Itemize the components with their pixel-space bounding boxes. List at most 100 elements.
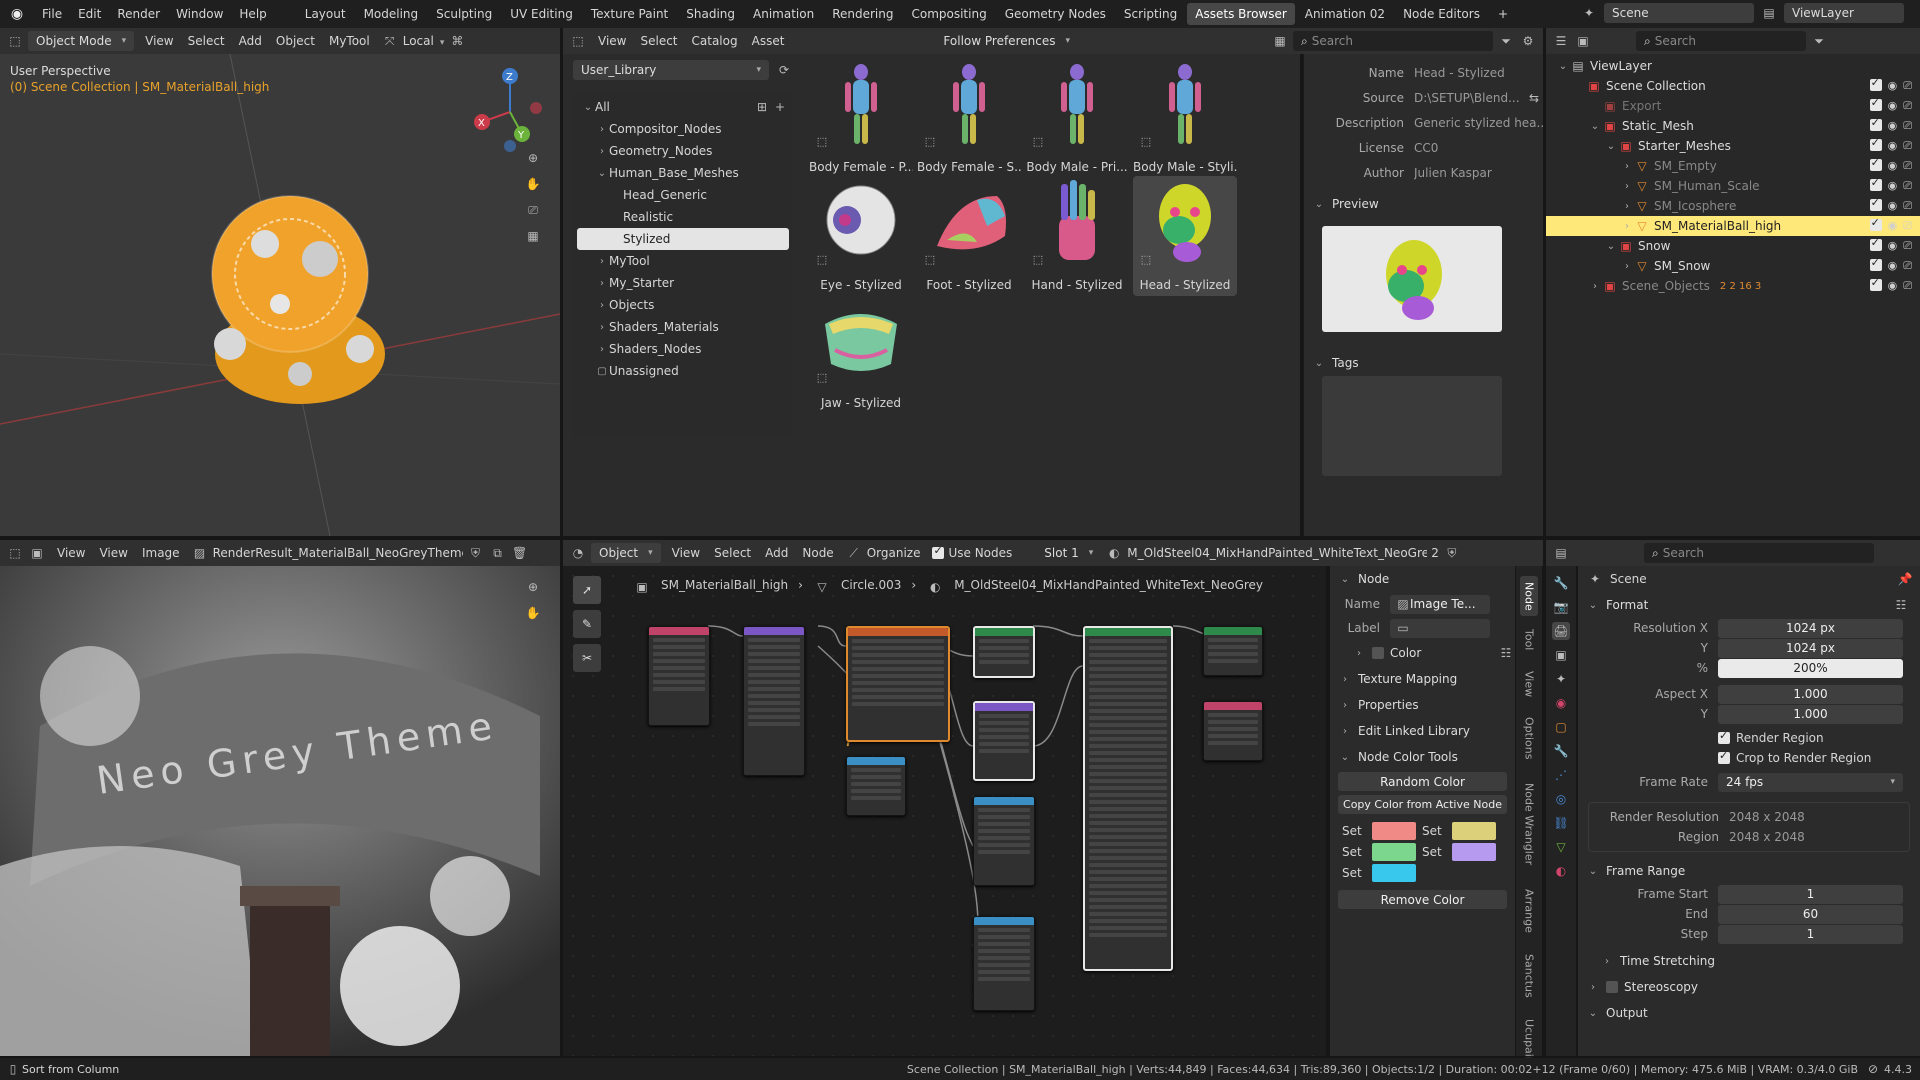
- render-camera-icon[interactable]: ⎚: [1903, 279, 1912, 293]
- field-value[interactable]: CC0: [1414, 141, 1543, 155]
- tab-scripting[interactable]: Scripting: [1116, 3, 1185, 25]
- object-mode-dropdown[interactable]: Object Mode: [28, 31, 135, 51]
- sidebar-tab-view[interactable]: View: [1520, 664, 1538, 704]
- tab-shading[interactable]: Shading: [678, 3, 743, 25]
- tab-uv-editing[interactable]: UV Editing: [502, 3, 581, 25]
- sidebar-tab-options[interactable]: Options: [1520, 708, 1538, 769]
- output-section-header[interactable]: ⌄ Output: [1578, 1000, 1920, 1026]
- stereoscopy-section-header[interactable]: › Stereoscopy: [1578, 974, 1920, 1000]
- color-swatch-5[interactable]: [1372, 864, 1416, 882]
- tab-texture-paint[interactable]: Texture Paint: [583, 3, 676, 25]
- outliner-sm-snow[interactable]: ›▽SM_Snow◉⎚: [1546, 256, 1920, 276]
- eye-icon[interactable]: ◉: [1888, 179, 1898, 193]
- frame-start-field[interactable]: 1: [1718, 884, 1903, 904]
- expand-arrow-icon[interactable]: ›: [1620, 161, 1634, 172]
- frame-range-section-header[interactable]: ⌄ Frame Range: [1578, 858, 1920, 884]
- render-result-image[interactable]: Neo Grey Theme ⊕ ✋: [0, 566, 560, 1056]
- include-checkbox[interactable]: [1869, 96, 1882, 111]
- outliner-scene-collection[interactable]: ▣Scene Collection◉⎚: [1546, 76, 1920, 96]
- format-section-header[interactable]: ⌄ Format ☷: [1578, 592, 1920, 618]
- bump-control-node[interactable]: [973, 796, 1035, 886]
- outliner-static-mesh[interactable]: ⌄▣Static_Mesh◉⎚: [1546, 116, 1920, 136]
- time-stretching-subsection[interactable]: › Time Stretching: [1578, 948, 1920, 974]
- outliner-viewlayer[interactable]: ⌄ ▤ ViewLayer: [1546, 56, 1920, 76]
- expand-arrow-icon[interactable]: ›: [1620, 201, 1634, 212]
- asset-head-stylized[interactable]: ⬚ Head - Stylized: [1133, 176, 1237, 296]
- outliner-sm-empty[interactable]: ›▽SM_Empty◉⎚: [1546, 156, 1920, 176]
- tool-tab-icon[interactable]: 🔧: [1552, 574, 1570, 592]
- node-menu-node-3[interactable]: Node: [795, 546, 840, 560]
- constraints-tab-icon[interactable]: ⛓: [1552, 814, 1570, 832]
- catalog-shaders-nodes[interactable]: › Shaders_Nodes: [577, 338, 789, 360]
- separate-color-node[interactable]: [846, 756, 906, 816]
- outliner-search-input[interactable]: ⌕ Search: [1636, 31, 1806, 51]
- display-mode-icon[interactable]: ▦: [1271, 32, 1289, 50]
- resolution-x-field[interactable]: 1024 px: [1718, 618, 1903, 638]
- tab-compositing[interactable]: Compositing: [903, 3, 994, 25]
- particles-tab-icon[interactable]: ⋰: [1552, 766, 1570, 784]
- material-output-node[interactable]: [1203, 701, 1263, 761]
- menu-render[interactable]: Render: [109, 0, 168, 28]
- sidebar-tab-arrange[interactable]: Arrange: [1520, 880, 1538, 941]
- node-name-field[interactable]: ▨ Image Te...: [1390, 594, 1490, 614]
- expand-arrow-icon[interactable]: ⌄: [1588, 121, 1602, 132]
- outliner-export[interactable]: ▣Export◉⎚: [1546, 96, 1920, 116]
- mix-shader-node[interactable]: [1203, 626, 1263, 676]
- ortho-grid-icon[interactable]: ▦: [524, 227, 542, 245]
- section-texture-mapping[interactable]: › Texture Mapping: [1330, 666, 1515, 692]
- tags-section-header[interactable]: ⌄ Tags: [1304, 350, 1359, 376]
- material-ball-object[interactable]: [170, 184, 430, 424]
- catalog-unassigned[interactable]: ▢ Unassigned: [577, 360, 789, 382]
- viewport-menu-object-3[interactable]: Object: [269, 34, 322, 48]
- sidebar-tab-node[interactable]: Node: [1520, 576, 1538, 616]
- catalog-mytool[interactable]: › MyTool: [577, 250, 789, 272]
- menu-file[interactable]: File: [34, 0, 70, 28]
- mapping-node[interactable]: [743, 626, 805, 776]
- navigation-gizmo[interactable]: Z X Y: [470, 64, 550, 154]
- node-menu-select-1[interactable]: Select: [707, 546, 758, 560]
- outliner-sm-materialball-high[interactable]: ›▽SM_MaterialBall_high◉⎚: [1546, 216, 1920, 236]
- view-mode-icon[interactable]: ▣: [28, 544, 46, 562]
- new-catalog-icon[interactable]: ⊞: [753, 98, 771, 116]
- render-region-checkbox[interactable]: [1718, 729, 1730, 744]
- tab-layout[interactable]: Layout: [297, 3, 354, 25]
- data-tab-icon[interactable]: ▽: [1552, 838, 1570, 856]
- expand-arrow-icon[interactable]: ⌄: [1604, 241, 1618, 252]
- library-dropdown[interactable]: User_Library: [573, 60, 769, 80]
- tab-sculpting[interactable]: Sculpting: [428, 3, 500, 25]
- include-checkbox[interactable]: [1869, 236, 1882, 251]
- expand-arrow-icon[interactable]: ›: [1620, 221, 1634, 232]
- refresh-icon[interactable]: ⟳: [775, 61, 793, 79]
- eye-icon[interactable]: ◉: [1888, 139, 1898, 153]
- frame-end-field[interactable]: 60: [1718, 904, 1903, 924]
- asset-body-male-styli[interactable]: ⬚ Body Male - Styli...: [1133, 58, 1237, 178]
- expand-arrow-icon[interactable]: ›: [1588, 281, 1602, 292]
- catalog-compositor-nodes[interactable]: › Compositor_Nodes: [577, 118, 789, 140]
- eye-icon[interactable]: ◉: [1888, 119, 1898, 133]
- expand-arrow-icon[interactable]: ›: [1620, 261, 1634, 272]
- tab-modeling[interactable]: Modeling: [356, 3, 427, 25]
- asset-menu-catalog-2[interactable]: Catalog: [685, 34, 745, 48]
- tab-rendering[interactable]: Rendering: [824, 3, 901, 25]
- properties-search-input[interactable]: ⌕ Search: [1644, 543, 1874, 563]
- asset-body-male-pri[interactable]: ⬚ Body Male - Pri...: [1025, 58, 1129, 178]
- include-checkbox[interactable]: [1869, 216, 1882, 231]
- import-method-dropdown[interactable]: Follow Preferences: [935, 31, 1085, 51]
- world-tab-icon[interactable]: ◉: [1552, 694, 1570, 712]
- color-swatch-2[interactable]: [1452, 822, 1496, 840]
- asset-foot-stylized[interactable]: ⬚ Foot - Stylized: [917, 176, 1021, 296]
- include-checkbox[interactable]: [1869, 156, 1882, 171]
- render-camera-icon[interactable]: ⎚: [1903, 179, 1912, 193]
- zoom-icon[interactable]: ⊕: [524, 578, 542, 596]
- asset-eye-stylized[interactable]: ⬚ Eye - Stylized: [809, 176, 913, 296]
- filter-icon[interactable]: ⏷: [1497, 32, 1515, 50]
- sidebar-tab-sanctus[interactable]: Sanctus: [1520, 945, 1538, 1006]
- menu-window[interactable]: Window: [168, 0, 231, 28]
- expand-arrow-icon[interactable]: ›: [1620, 181, 1634, 192]
- editor-type-icon[interactable]: ⬚: [6, 32, 24, 50]
- menu-help[interactable]: Help: [231, 0, 274, 28]
- render-camera-icon[interactable]: ⎚: [1903, 159, 1912, 173]
- transform-orientation-dropdown[interactable]: Local: [403, 34, 445, 48]
- blender-logo-icon[interactable]: ◉: [0, 5, 34, 23]
- fake-user-shield-icon[interactable]: ⛨: [467, 544, 485, 562]
